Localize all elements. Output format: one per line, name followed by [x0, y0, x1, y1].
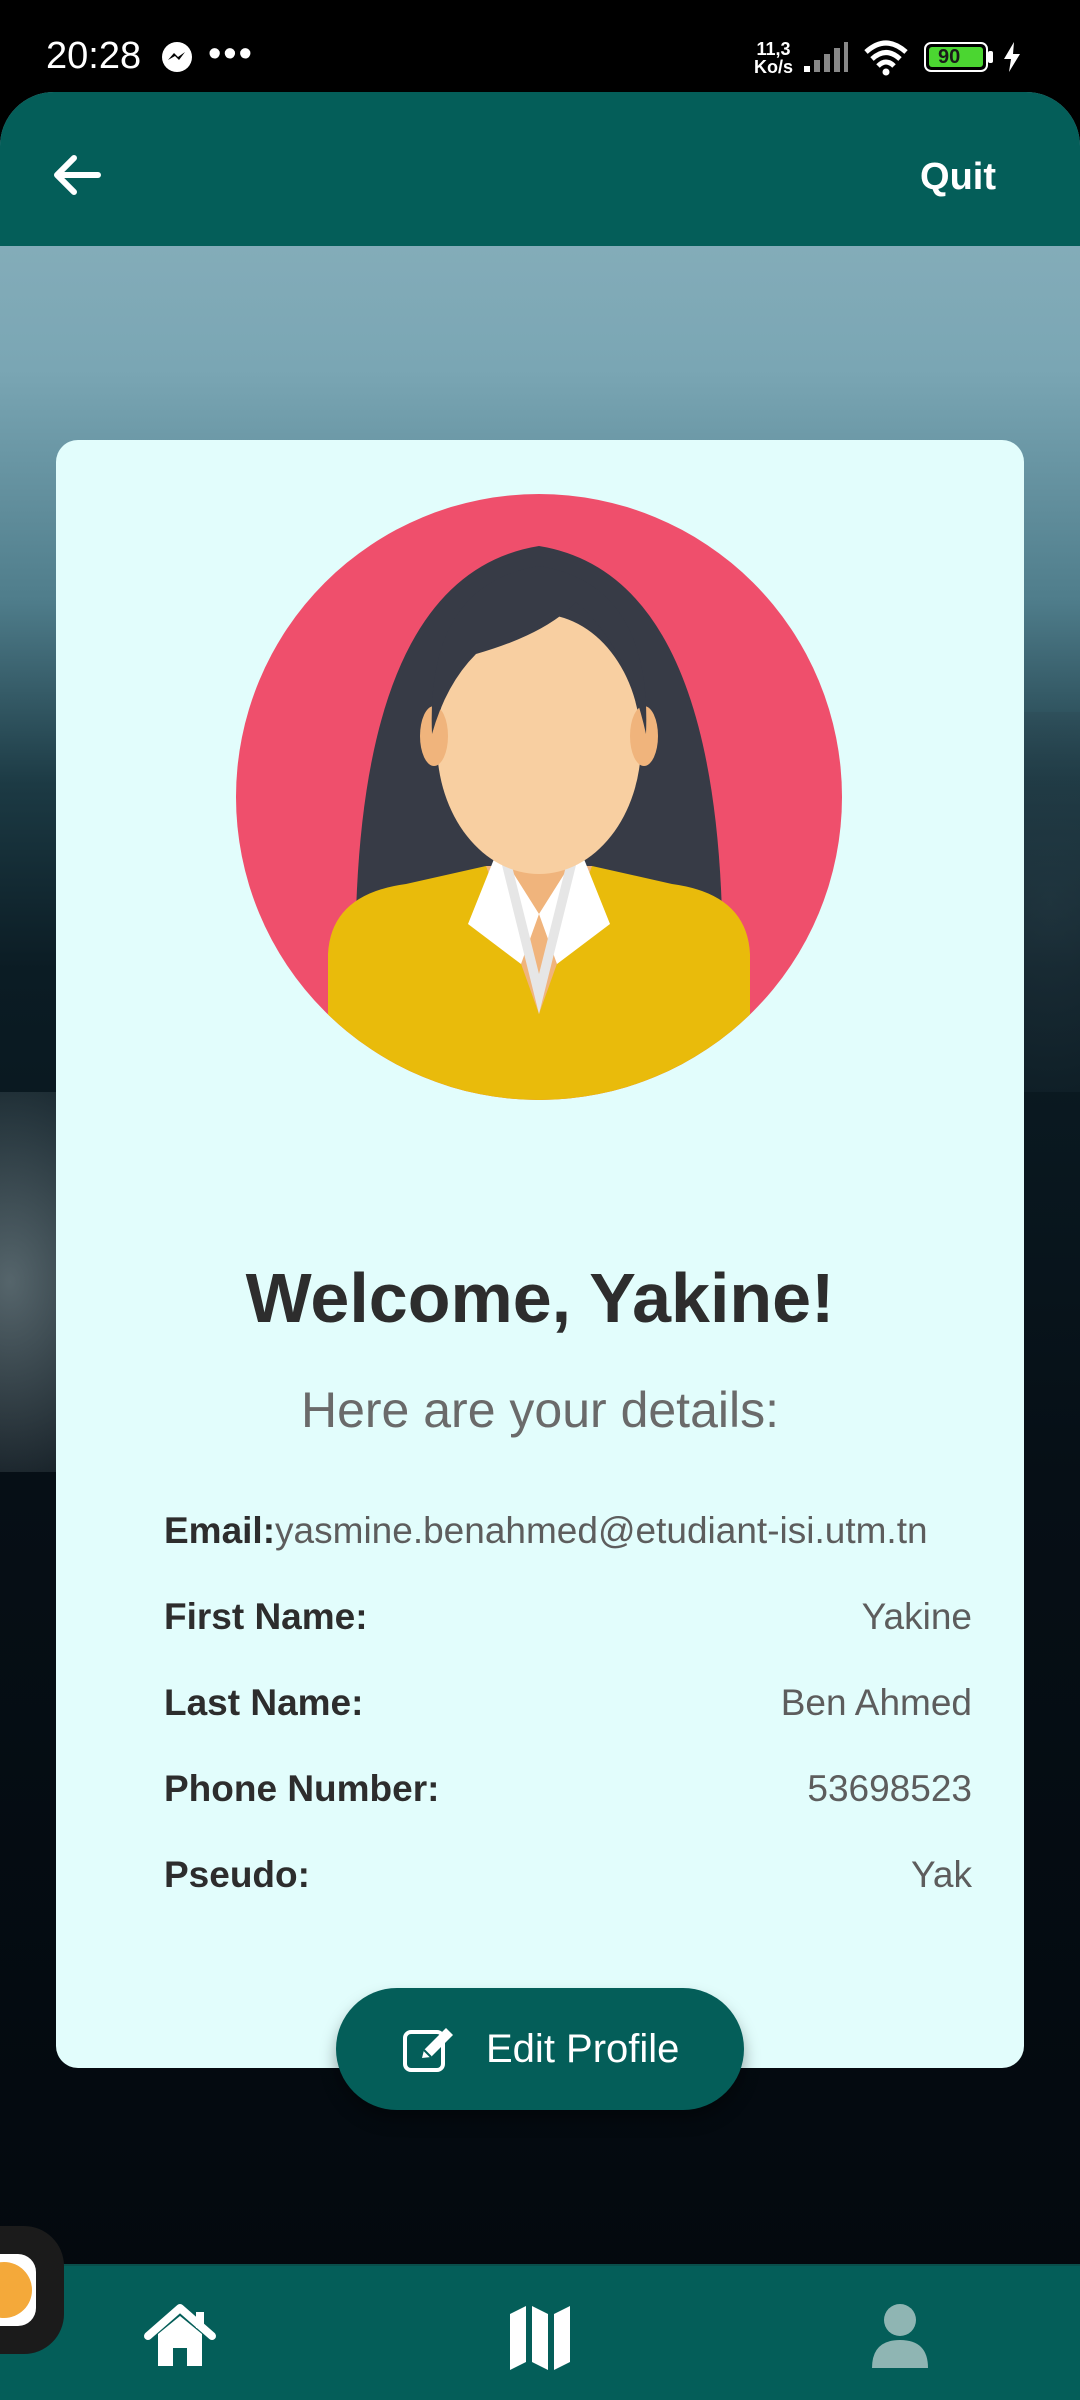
app-screen: Quit Welcome, Yakine! Here are your deta…: [0, 92, 1080, 2400]
detail-row-last-name: Last Name: Ben Ahmed: [164, 1676, 972, 1730]
details-subtitle: Here are your details:: [300, 1382, 779, 1438]
network-speed-unit: Ko/s: [754, 57, 794, 77]
email-value: yasmine.benahmed@etudiant-isi.utm.tn: [275, 1510, 928, 1551]
battery-indicator: 90: [924, 42, 994, 72]
floating-accessibility-button[interactable]: [0, 2226, 64, 2354]
bottom-navigation: [0, 2264, 1080, 2400]
quit-button[interactable]: Quit: [920, 144, 996, 210]
network-speed: 11,3 Ko/s: [754, 40, 793, 76]
status-more-dots: •••: [208, 33, 254, 75]
messenger-icon: [162, 42, 192, 72]
back-arrow-icon[interactable]: [44, 142, 110, 208]
first-name-value: Yakine: [861, 1596, 972, 1637]
edit-profile-label: Edit Profile: [486, 2027, 680, 2071]
detail-row-email: Email:yasmine.benahmed@etudiant-isi.utm.…: [164, 1504, 972, 1558]
profile-card: Welcome, Yakine! Here are your details: …: [56, 440, 1024, 2110]
email-label: Email:: [164, 1510, 276, 1551]
wifi-icon: [864, 40, 908, 76]
last-name-value: Ben Ahmed: [780, 1682, 972, 1723]
status-time: 20:28: [46, 35, 142, 77]
pseudo-value: Yak: [910, 1854, 972, 1895]
accessibility-icon: [0, 2262, 32, 2318]
top-app-bar: Quit: [0, 92, 1080, 246]
network-speed-value: 11,3: [756, 39, 791, 59]
first-name-label: First Name:: [164, 1596, 368, 1637]
detail-row-pseudo: Pseudo: Yak: [164, 1848, 972, 1902]
phone-label: Phone Number:: [164, 1768, 440, 1809]
avatar: [236, 494, 842, 1100]
home-icon[interactable]: [140, 2296, 220, 2376]
phone-value: 53698523: [807, 1768, 972, 1809]
pseudo-label: Pseudo:: [164, 1854, 310, 1895]
detail-row-first-name: First Name: Yakine: [164, 1590, 972, 1644]
signal-icon: [804, 42, 848, 72]
detail-row-phone: Phone Number: 53698523: [164, 1762, 972, 1816]
map-icon[interactable]: [500, 2296, 580, 2376]
edit-icon: [403, 2028, 453, 2072]
last-name-label: Last Name:: [164, 1682, 364, 1723]
charging-icon: [1004, 42, 1020, 72]
floating-button-inner: [0, 2254, 36, 2326]
status-bar: 20:28 ••• 11,3 Ko/s 90: [0, 0, 1080, 100]
battery-level: 90: [938, 46, 961, 68]
edit-profile-button[interactable]: Edit Profile: [336, 1988, 744, 2110]
user-icon[interactable]: [860, 2296, 940, 2376]
welcome-heading: Welcome, Yakine!: [245, 1259, 835, 1337]
